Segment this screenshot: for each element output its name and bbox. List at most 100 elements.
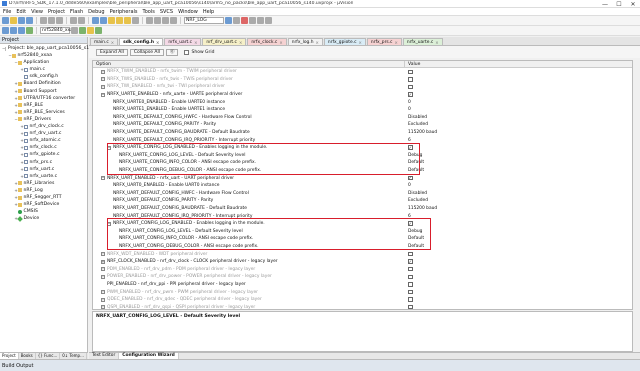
bookmark-next-icon[interactable] <box>124 17 131 24</box>
menu-view[interactable]: View <box>31 9 43 15</box>
config-row[interactable]: NRFX_UART_DEFAULT_CONFIG_HWFC - Hardware… <box>93 190 632 198</box>
menu-help[interactable]: Help <box>203 9 214 15</box>
value-cell[interactable]: 6 <box>405 136 632 144</box>
value-cell[interactable]: 115200 baud <box>405 129 632 137</box>
value-cell[interactable]: ✓ <box>405 144 632 152</box>
value-cell[interactable]: Debug <box>405 152 632 160</box>
config-row[interactable]: + QSPI_ENABLED - nrf_drv_qspi - QSPI peri… <box>93 303 632 309</box>
tree-item[interactable]: + nRF_Log <box>0 187 87 194</box>
open-folder-icon[interactable] <box>10 17 17 24</box>
navigate-back-icon[interactable] <box>92 17 99 24</box>
menu-peripherals[interactable]: Peripherals <box>110 9 138 15</box>
editor-tab[interactable]: nrfx_prs.c × <box>366 38 402 45</box>
close-icon[interactable]: × <box>239 40 242 45</box>
tree-item[interactable]: + UTF8/UTF16 converter <box>0 95 87 102</box>
uncomment-icon[interactable] <box>170 17 177 24</box>
tree-item[interactable]: + Board Support <box>0 88 87 95</box>
close-icon[interactable]: × <box>316 40 319 45</box>
tree-item[interactable]: + nrfx_atomic.c <box>0 137 87 144</box>
menu-tools[interactable]: Tools <box>143 9 155 15</box>
build-icon[interactable] <box>10 27 17 34</box>
download-icon[interactable] <box>26 27 33 34</box>
collapse-icon[interactable]: − <box>101 176 105 181</box>
collapse-icon[interactable]: − <box>107 221 111 226</box>
expand-icon[interactable]: + <box>101 274 105 279</box>
menu-debug[interactable]: Debug <box>88 9 104 15</box>
option-value[interactable]: Disabled <box>408 191 427 196</box>
tree-item[interactable]: + nrfx_uarte.c <box>0 173 87 180</box>
pack-installer-icon[interactable] <box>87 27 94 34</box>
clear-bookmarks-icon[interactable] <box>132 17 139 24</box>
value-cell[interactable]: Default <box>405 159 632 167</box>
paste-icon[interactable] <box>56 17 63 24</box>
copy-icon[interactable] <box>48 17 55 24</box>
enable-checkbox[interactable]: ✓ <box>408 221 413 226</box>
editor-tab[interactable]: nrfx_gpiote.c × <box>323 38 366 45</box>
bookmark-icon[interactable] <box>108 17 115 24</box>
tree-item[interactable]: + nrfx_prs.c <box>0 159 87 166</box>
menu-window[interactable]: Window <box>178 9 198 15</box>
undo-icon[interactable] <box>70 17 77 24</box>
enable-checkbox[interactable] <box>408 297 413 302</box>
close-icon[interactable]: × <box>194 40 197 45</box>
close-icon[interactable]: × <box>156 40 159 45</box>
value-cell[interactable]: ✓ <box>405 174 632 182</box>
enable-checkbox[interactable] <box>408 289 413 295</box>
menu-edit[interactable]: Edit <box>16 9 26 15</box>
tree-item[interactable]: + nRF_SoftDevice <box>0 201 87 208</box>
value-cell[interactable]: Default <box>405 235 632 243</box>
config-row[interactable]: − NRFX_UARTE_CONFIG_LOG_ENABLED - Enables… <box>93 144 632 152</box>
close-icon[interactable]: × <box>279 40 282 45</box>
config-row[interactable]: NRFX_UARTE_CONFIG_DEBUG_COLOR - ANSI esc… <box>93 167 632 175</box>
target-options-icon[interactable] <box>71 27 78 34</box>
collapse-icon[interactable]: − <box>107 145 111 150</box>
value-cell[interactable]: Debug <box>405 227 632 235</box>
close-icon[interactable]: × <box>111 40 114 45</box>
menu-flash[interactable]: Flash <box>70 9 83 15</box>
value-cell[interactable]: 115200 baud <box>405 205 632 213</box>
config-row[interactable]: NRFX_UART_CONFIG_LOG_LEVEL - Default Sev… <box>93 227 632 235</box>
close-icon[interactable]: × <box>435 40 438 45</box>
config-row[interactable]: + PDM_ENABLED - nrf_drv_pdm - PDM periphe… <box>93 265 632 273</box>
collapse-all-button[interactable]: Collapse All <box>129 48 164 56</box>
save-all-icon[interactable] <box>26 17 33 24</box>
editor-tab[interactable]: nrfx_uart.c × <box>164 38 202 45</box>
bookmark-prev-icon[interactable] <box>116 17 123 24</box>
value-cell[interactable] <box>405 273 632 281</box>
redo-icon[interactable] <box>78 17 85 24</box>
menu-svcs[interactable]: SVCS <box>160 9 173 15</box>
value-cell[interactable]: 0 <box>405 106 632 114</box>
tree-item[interactable]: + nRF_BLE_Services <box>0 109 87 116</box>
option-value[interactable]: Excluded <box>408 122 428 127</box>
maximize-button[interactable]: ☐ <box>612 0 626 8</box>
option-value[interactable]: 0 <box>408 183 411 188</box>
option-value[interactable]: Debug <box>408 153 422 158</box>
enable-checkbox[interactable] <box>408 282 413 287</box>
config-row[interactable]: NRFX_UART_DEFAULT_CONFIG_IRQ_PRIORITY - … <box>93 212 632 220</box>
value-cell[interactable] <box>405 83 632 91</box>
value-cell[interactable]: Default <box>405 167 632 175</box>
config-row[interactable]: − NRFX_UARTE_ENABLED - nrfx_uarte - UARTE… <box>93 91 632 99</box>
value-cell[interactable]: ✓ <box>405 258 632 266</box>
rebuild-icon[interactable] <box>18 27 25 34</box>
configure-icon[interactable] <box>265 17 272 24</box>
value-cell[interactable] <box>405 250 632 258</box>
enable-checkbox[interactable] <box>408 266 413 272</box>
option-value[interactable]: Debug <box>408 229 422 234</box>
tree-item[interactable]: − nrf52840_xxaa <box>0 52 87 59</box>
config-row[interactable]: NRFX_UARTE_CONFIG_LOG_LEVEL - Default Se… <box>93 152 632 160</box>
translate-icon[interactable] <box>2 27 9 34</box>
incremental-find-icon[interactable] <box>233 17 240 24</box>
value-cell[interactable]: 6 <box>405 212 632 220</box>
tree-item[interactable]: + nrfx_clock.c <box>0 144 87 151</box>
enable-checkbox[interactable]: ✓ <box>408 92 413 97</box>
value-cell[interactable]: Default <box>405 243 632 251</box>
value-cell[interactable]: Disabled <box>405 114 632 122</box>
value-cell[interactable] <box>405 265 632 273</box>
editor-tab[interactable]: nrfx_log.h × <box>287 38 323 45</box>
tree-item[interactable]: + nrfx_gpiote.c <box>0 151 87 158</box>
option-value[interactable]: Excluded <box>408 198 428 203</box>
option-value[interactable]: 0 <box>408 107 411 112</box>
option-value[interactable]: 115200 baud <box>408 130 437 135</box>
enable-checkbox[interactable]: ✓ <box>408 176 413 181</box>
